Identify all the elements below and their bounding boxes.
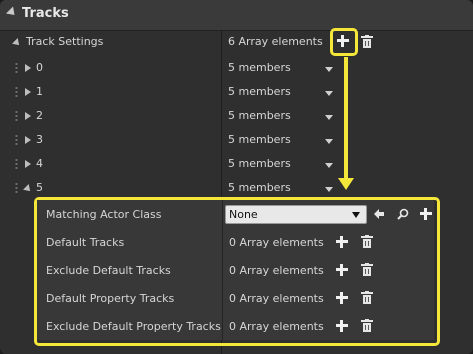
chevron-down-icon[interactable] bbox=[325, 139, 333, 144]
default-property-tracks-label: Default Property Tracks bbox=[46, 292, 175, 305]
add-element-button[interactable] bbox=[335, 263, 349, 277]
expand-triangle-icon[interactable] bbox=[25, 112, 31, 120]
default-property-tracks-count: 0 Array elements bbox=[229, 292, 324, 305]
matching-actor-class-label: Matching Actor Class bbox=[46, 208, 162, 221]
actor-class-dropdown[interactable]: None bbox=[225, 205, 367, 224]
drag-handle-icon[interactable] bbox=[15, 62, 18, 74]
collapse-arrow-icon[interactable] bbox=[5, 6, 19, 19]
expand-triangle-icon[interactable] bbox=[25, 160, 31, 168]
trash-icon[interactable] bbox=[361, 235, 373, 248]
add-element-button[interactable] bbox=[335, 319, 349, 333]
exclude-default-property-tracks-label: Exclude Default Property Tracks bbox=[46, 320, 221, 333]
matching-actor-class-row: Matching Actor Class None bbox=[37, 200, 434, 229]
tracks-section-header[interactable]: Tracks bbox=[0, 0, 473, 31]
drag-handle-icon[interactable] bbox=[15, 182, 18, 194]
actor-class-value: None bbox=[229, 208, 258, 221]
expand-triangle-icon[interactable] bbox=[25, 64, 31, 72]
default-tracks-row: Default Tracks 0 Array elements bbox=[37, 228, 434, 257]
default-tracks-label: Default Tracks bbox=[46, 236, 125, 249]
drag-handle-icon[interactable] bbox=[15, 110, 18, 122]
track-settings-label: Track Settings bbox=[26, 35, 104, 48]
details-panel: Tracks Track Settings 6 Array elements 0… bbox=[0, 0, 473, 354]
add-element-button[interactable] bbox=[335, 235, 349, 249]
array-element-row[interactable]: 1 5 members bbox=[0, 80, 473, 104]
chevron-down-icon[interactable] bbox=[325, 91, 333, 96]
element-index: 3 bbox=[36, 133, 43, 146]
drag-handle-icon[interactable] bbox=[15, 158, 18, 170]
element-members: 5 members bbox=[228, 133, 291, 146]
element-members: 5 members bbox=[228, 181, 291, 194]
track-settings-count: 6 Array elements bbox=[228, 35, 323, 48]
expand-triangle-icon[interactable] bbox=[25, 88, 31, 96]
exclude-default-tracks-label: Exclude Default Tracks bbox=[46, 264, 171, 277]
add-element-button[interactable] bbox=[335, 291, 349, 305]
chevron-down-icon[interactable] bbox=[325, 187, 333, 192]
callout-arrowhead-icon bbox=[338, 178, 354, 190]
element-members: 5 members bbox=[228, 109, 291, 122]
element-index: 2 bbox=[36, 109, 43, 122]
element-members: 5 members bbox=[228, 85, 291, 98]
array-element-row[interactable]: 0 5 members bbox=[0, 56, 473, 80]
trash-icon[interactable] bbox=[361, 263, 373, 276]
chevron-down-icon[interactable] bbox=[325, 115, 333, 120]
drag-handle-icon[interactable] bbox=[15, 86, 18, 98]
dropdown-arrow-icon bbox=[352, 212, 360, 218]
element-index: 1 bbox=[36, 85, 43, 98]
array-element-row[interactable]: 3 5 members bbox=[0, 128, 473, 152]
element-members: 5 members bbox=[228, 61, 291, 74]
trash-icon[interactable] bbox=[361, 291, 373, 304]
add-element-button[interactable] bbox=[336, 34, 350, 48]
element-members: 5 members bbox=[228, 157, 291, 170]
element-index: 5 bbox=[36, 181, 43, 194]
array-element-row[interactable]: 2 5 members bbox=[0, 104, 473, 128]
drag-handle-icon[interactable] bbox=[15, 134, 18, 146]
chevron-down-icon[interactable] bbox=[325, 163, 333, 168]
add-class-button[interactable] bbox=[419, 207, 433, 221]
array-element-row[interactable]: 4 5 members bbox=[0, 152, 473, 176]
exclude-default-property-tracks-count: 0 Array elements bbox=[229, 320, 324, 333]
default-tracks-count: 0 Array elements bbox=[229, 236, 324, 249]
chevron-down-icon[interactable] bbox=[325, 67, 333, 72]
exclude-default-property-tracks-row: Exclude Default Property Tracks 0 Array … bbox=[37, 312, 434, 340]
arrow-left-icon[interactable] bbox=[373, 208, 385, 220]
element-5-properties: Matching Actor Class None Default Tracks… bbox=[37, 200, 434, 340]
trash-icon[interactable] bbox=[361, 319, 373, 332]
exclude-default-tracks-count: 0 Array elements bbox=[229, 264, 324, 277]
search-icon[interactable] bbox=[397, 208, 409, 220]
element-index: 4 bbox=[36, 157, 43, 170]
section-title: Tracks bbox=[22, 6, 69, 21]
exclude-default-tracks-row: Exclude Default Tracks 0 Array elements bbox=[37, 256, 434, 285]
default-property-tracks-row: Default Property Tracks 0 Array elements bbox=[37, 284, 434, 313]
expand-triangle-icon[interactable] bbox=[25, 136, 31, 144]
collapse-triangle-icon[interactable] bbox=[23, 184, 33, 194]
collapse-triangle-icon[interactable] bbox=[12, 38, 22, 48]
callout-connector bbox=[344, 57, 348, 180]
element-index: 0 bbox=[36, 61, 43, 74]
clear-array-trash-icon[interactable] bbox=[361, 35, 373, 48]
track-settings-row: Track Settings 6 Array elements bbox=[0, 28, 473, 56]
